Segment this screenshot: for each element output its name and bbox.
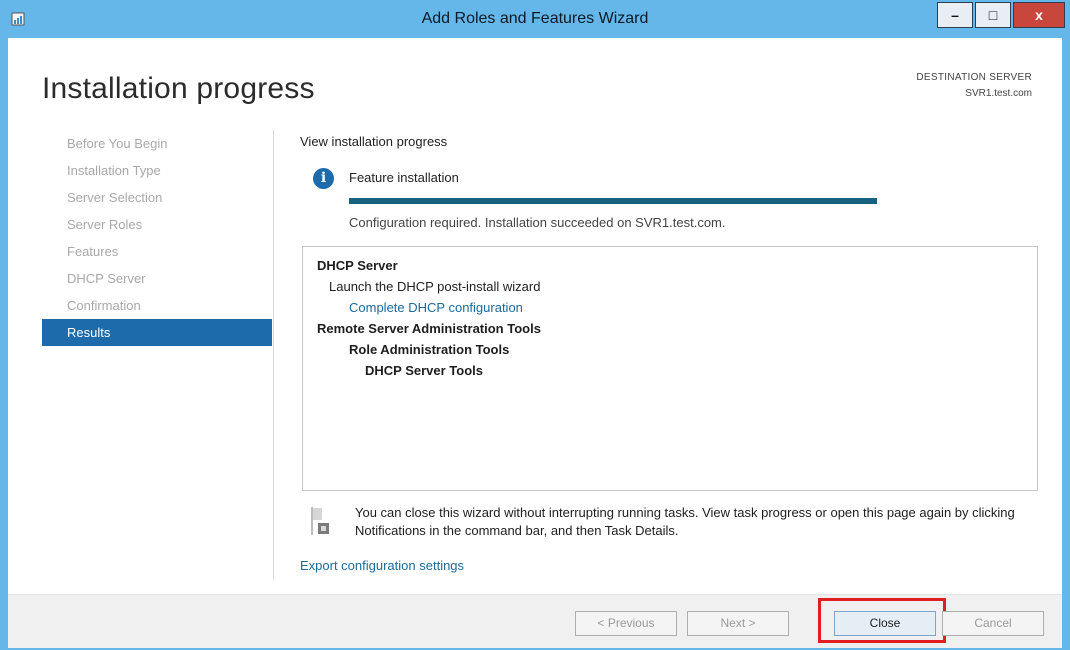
complete-dhcp-configuration-link[interactable]: Complete DHCP configuration: [317, 297, 1023, 318]
feature-installation-label: Feature installation: [349, 170, 459, 185]
close-button[interactable]: Close: [834, 611, 936, 636]
close-wizard-note: You can close this wizard without interr…: [300, 502, 1040, 552]
wizard-nav: Before You Begin Installation Type Serve…: [42, 130, 272, 346]
cancel-button[interactable]: Cancel: [942, 611, 1044, 636]
close-window-button[interactable]: x: [1013, 2, 1065, 28]
nav-item-results[interactable]: Results: [42, 319, 272, 346]
result-rsat: Remote Server Administration Tools: [317, 321, 541, 336]
results-list[interactable]: DHCP Server Launch the DHCP post-install…: [302, 246, 1038, 491]
destination-label: DESTINATION SERVER: [916, 72, 1032, 83]
nav-divider: [273, 130, 274, 580]
flag-icon: [311, 507, 329, 535]
nav-item-before-you-begin[interactable]: Before You Begin: [42, 130, 272, 157]
result-launch-wizard: Launch the DHCP post-install wizard: [329, 279, 541, 294]
note-text: You can close this wizard without interr…: [355, 505, 1015, 538]
installation-progress-bar: [349, 198, 877, 204]
progress-fill: [349, 198, 877, 204]
nav-item-server-roles[interactable]: Server Roles: [42, 211, 272, 238]
result-dhcp-server: DHCP Server: [317, 258, 398, 273]
destination-server-name: SVR1.test.com: [965, 88, 1032, 99]
view-progress-heading: View installation progress: [300, 134, 448, 149]
result-role-admin-tools: Role Administration Tools: [349, 342, 510, 357]
result-dhcp-server-tools: DHCP Server Tools: [365, 363, 484, 378]
wizard-footer: < Previous Next > Close Cancel: [8, 594, 1062, 648]
nav-item-features[interactable]: Features: [42, 238, 272, 265]
page-title: Installation progress: [42, 72, 315, 105]
installation-status-text: Configuration required. Installation suc…: [349, 215, 726, 230]
nav-item-installation-type[interactable]: Installation Type: [42, 157, 272, 184]
window-title: Add Roles and Features Wizard: [421, 10, 649, 27]
info-icon: i: [313, 168, 334, 189]
wizard-window: Add Roles and Features Wizard – □ x Inst…: [0, 0, 1070, 650]
previous-button[interactable]: < Previous: [575, 611, 677, 636]
destination-server: DESTINATION SERVER SVR1.test.com: [916, 70, 1032, 102]
nav-item-dhcp-server[interactable]: DHCP Server: [42, 265, 272, 292]
maximize-button[interactable]: □: [975, 2, 1011, 28]
next-button[interactable]: Next >: [687, 611, 789, 636]
wizard-client-area: Installation progress DESTINATION SERVER…: [8, 38, 1062, 648]
export-configuration-link[interactable]: Export configuration settings: [300, 558, 464, 573]
title-bar[interactable]: Add Roles and Features Wizard – □ x: [0, 0, 1070, 38]
minimize-button[interactable]: –: [937, 2, 973, 28]
nav-item-server-selection[interactable]: Server Selection: [42, 184, 272, 211]
nav-item-confirmation[interactable]: Confirmation: [42, 292, 272, 319]
